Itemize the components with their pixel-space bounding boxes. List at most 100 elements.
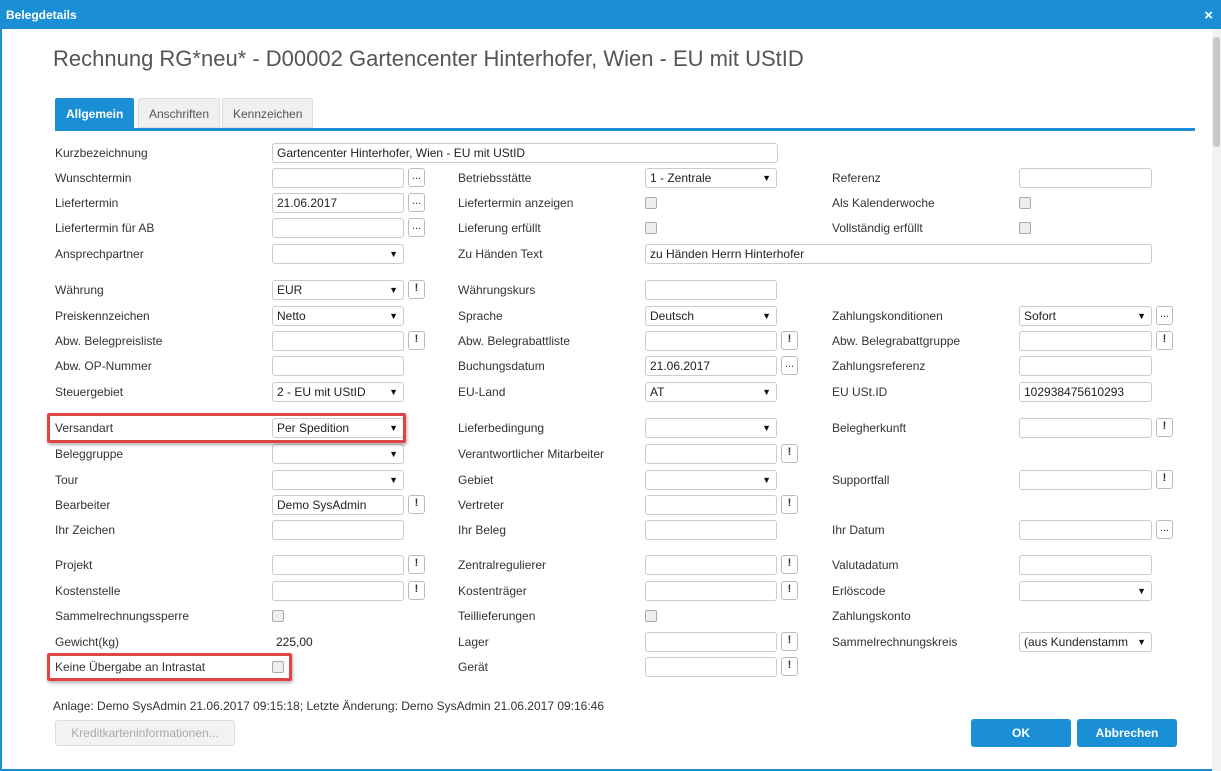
lieferbedingung-select[interactable]: ▼ xyxy=(645,418,777,438)
projekt-input[interactable] xyxy=(272,555,404,575)
valutadatum-input[interactable] xyxy=(1019,555,1152,575)
label-zentralregulierer: Zentralregulierer xyxy=(458,558,547,572)
steuergebiet-select[interactable]: 2 - EU mit UStID ▼ xyxy=(272,382,404,402)
waehrung-select[interactable]: EUR ▼ xyxy=(272,280,404,300)
kostentraeger-input[interactable] xyxy=(645,581,777,601)
gebiet-select[interactable]: ▼ xyxy=(645,470,777,490)
scrollbar-thumb[interactable] xyxy=(1213,37,1220,147)
teillieferungen-checkbox[interactable] xyxy=(645,610,657,622)
verantw-mitarbeiter-input[interactable] xyxy=(645,444,777,464)
ihr-beleg-input[interactable] xyxy=(645,520,777,540)
kostentraeger-info-button[interactable]: ! xyxy=(781,581,798,600)
eu-land-select[interactable]: AT ▼ xyxy=(645,382,777,402)
label-liefertermin-ab: Liefertermin für AB xyxy=(55,221,155,235)
chevron-down-icon: ▼ xyxy=(762,475,771,485)
ansprechpartner-select[interactable]: ▼ xyxy=(272,244,404,264)
label-steuergebiet: Steuergebiet xyxy=(55,385,124,399)
abw-op-nummer-input[interactable] xyxy=(272,356,404,376)
tour-select[interactable]: ▼ xyxy=(272,470,404,490)
buchungsdatum-input[interactable]: 21.06.2017 xyxy=(645,356,777,376)
eu-land-value: AT xyxy=(650,385,665,399)
label-tour: Tour xyxy=(55,473,79,487)
tab-allgemein[interactable]: Allgemein xyxy=(55,98,135,128)
bearbeiter-info-button[interactable]: ! xyxy=(408,495,425,514)
zu-haenden-input[interactable]: zu Händen Herrn Hinterhofer xyxy=(645,244,1152,264)
zentralregulierer-input[interactable] xyxy=(645,555,777,575)
ihr-zeichen-input[interactable] xyxy=(272,520,404,540)
geraet-info-button[interactable]: ! xyxy=(781,657,798,676)
belegherkunft-info-button[interactable]: ! xyxy=(1156,418,1173,437)
sammelrechnungskreis-select[interactable]: (aus Kundenstamm ▼ xyxy=(1019,632,1152,652)
waehrungskurs-input[interactable] xyxy=(645,280,777,300)
abw-belegrabattliste-info-button[interactable]: ! xyxy=(781,331,798,350)
abw-belegrabattgruppe-input[interactable] xyxy=(1019,331,1152,351)
betriebsstaette-select[interactable]: 1 - Zentrale ▼ xyxy=(645,168,777,188)
label-ansprechpartner: Ansprechpartner xyxy=(55,247,144,261)
liefertermin-anzeigen-checkbox[interactable] xyxy=(645,197,657,209)
gewicht-value: 225,00 xyxy=(276,635,313,649)
wunschtermin-input[interactable] xyxy=(272,168,404,188)
label-abw-belegrabattgruppe: Abw. Belegrabattgruppe xyxy=(832,334,961,348)
liefertermin-input[interactable]: 21.06.2017 xyxy=(272,193,404,213)
liefertermin-picker-button[interactable]: ... xyxy=(408,193,425,212)
vollstaendig-erfuellt-checkbox[interactable] xyxy=(1019,222,1031,234)
wunschtermin-picker-button[interactable]: ... xyxy=(408,168,425,187)
zahlungskonditionen-select[interactable]: Sofort ▼ xyxy=(1019,306,1152,326)
abw-belegrabattgruppe-info-button[interactable]: ! xyxy=(1156,331,1173,350)
belegherkunft-input[interactable] xyxy=(1019,418,1152,438)
ihr-datum-input[interactable] xyxy=(1019,520,1152,540)
projekt-info-button[interactable]: ! xyxy=(408,555,425,574)
label-eu-ustid: EU USt.ID xyxy=(832,385,888,399)
label-zahlungsreferenz: Zahlungsreferenz xyxy=(832,359,926,373)
label-kostenstelle: Kostenstelle xyxy=(55,584,121,598)
waehrung-info-button[interactable]: ! xyxy=(408,280,425,299)
ok-button[interactable]: OK xyxy=(971,719,1071,747)
kreditkarten-button[interactable]: Kreditkarteninformationen... xyxy=(55,720,235,746)
sammelrechnungskreis-value: (aus Kundenstamm xyxy=(1024,635,1129,649)
label-preiskennzeichen: Preiskennzeichen xyxy=(55,309,150,323)
liefertermin-ab-picker-button[interactable]: ... xyxy=(408,218,425,237)
kurzbezeichnung-input[interactable]: Gartencenter Hinterhofer, Wien - EU mit … xyxy=(272,143,778,163)
abw-belegpreisliste-info-button[interactable]: ! xyxy=(408,331,425,350)
lieferung-erfuellt-checkbox[interactable] xyxy=(645,222,657,234)
sammelrechnungssperre-checkbox[interactable] xyxy=(272,610,284,622)
chevron-down-icon: ▼ xyxy=(762,387,771,397)
kostenstelle-input[interactable] xyxy=(272,581,404,601)
buchungsdatum-picker-button[interactable]: ... xyxy=(781,356,798,375)
lager-input[interactable] xyxy=(645,632,777,652)
label-abw-belegrabattliste: Abw. Belegrabattliste xyxy=(458,334,571,348)
supportfall-input[interactable] xyxy=(1019,470,1152,490)
referenz-input[interactable] xyxy=(1019,168,1152,188)
zahlungskonditionen-picker-button[interactable]: ... xyxy=(1156,306,1173,325)
bearbeiter-input[interactable]: Demo SysAdmin xyxy=(272,495,404,515)
label-bearbeiter: Bearbeiter xyxy=(55,498,111,512)
beleggruppe-select[interactable]: ▼ xyxy=(272,444,404,464)
abw-belegpreisliste-input[interactable] xyxy=(272,331,404,351)
vertreter-info-button[interactable]: ! xyxy=(781,495,798,514)
erloescode-select[interactable]: ▼ xyxy=(1019,581,1152,601)
vertreter-input[interactable] xyxy=(645,495,777,515)
als-kalenderwoche-checkbox[interactable] xyxy=(1019,197,1031,209)
chevron-down-icon: ▼ xyxy=(389,285,398,295)
scrollbar[interactable] xyxy=(1212,29,1221,771)
lager-info-button[interactable]: ! xyxy=(781,632,798,651)
geraet-input[interactable] xyxy=(645,657,777,677)
label-sammelrechnungskreis: Sammelrechnungskreis xyxy=(832,635,958,649)
close-icon[interactable]: × xyxy=(1204,2,1213,29)
liefertermin-ab-input[interactable] xyxy=(272,218,404,238)
zentralregulierer-info-button[interactable]: ! xyxy=(781,555,798,574)
kostenstelle-info-button[interactable]: ! xyxy=(408,581,425,600)
zahlungsreferenz-input[interactable] xyxy=(1019,356,1152,376)
cancel-button[interactable]: Abbrechen xyxy=(1077,719,1177,747)
page-title: Rechnung RG*neu* - D00002 Gartencenter H… xyxy=(53,46,804,71)
label-zahlungskonto: Zahlungskonto xyxy=(832,609,911,623)
verantw-mitarbeiter-info-button[interactable]: ! xyxy=(781,444,798,463)
supportfall-info-button[interactable]: ! xyxy=(1156,470,1173,489)
ihr-datum-picker-button[interactable]: ... xyxy=(1156,520,1173,539)
tab-kennzeichen[interactable]: Kennzeichen xyxy=(222,98,314,128)
eu-ustid-input[interactable]: 102938475610293 xyxy=(1019,382,1152,402)
sprache-select[interactable]: Deutsch ▼ xyxy=(645,306,777,326)
preiskennzeichen-select[interactable]: Netto ▼ xyxy=(272,306,404,326)
tab-anschriften[interactable]: Anschriften xyxy=(138,98,221,128)
abw-belegrabattliste-input[interactable] xyxy=(645,331,777,351)
